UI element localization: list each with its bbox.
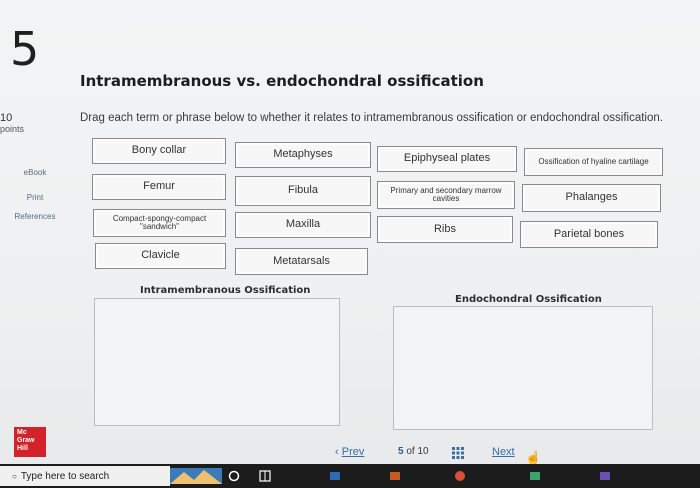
search-icon: ○	[12, 471, 17, 481]
print-link[interactable]: Print	[0, 193, 70, 202]
references-link[interactable]: References	[0, 212, 70, 221]
instructions: Drag each term or phrase below to whethe…	[80, 112, 663, 124]
term-metatarsals[interactable]: Metatarsals	[235, 248, 368, 275]
term-clavicle[interactable]: Clavicle	[95, 243, 226, 269]
term-parietal-bones[interactable]: Parietal bones	[520, 221, 658, 248]
next-button[interactable]: Next	[492, 446, 515, 458]
intramembranous-zone-label: Intramembranous Ossification	[140, 285, 311, 296]
chevron-left-icon: ‹	[335, 446, 339, 458]
endochondral-zone-label: Endochondral Ossification	[455, 294, 602, 305]
points-value: 10	[0, 112, 13, 124]
points-label: points	[0, 124, 25, 134]
prev-button[interactable]: ‹ Prev	[335, 446, 364, 458]
ebook-link[interactable]: eBook	[0, 168, 70, 177]
term-phalanges[interactable]: Phalanges	[522, 184, 661, 212]
term-marrow-cavities[interactable]: Primary and secondary marrow cavities	[377, 181, 515, 209]
term-ossification-hyaline-cartilage[interactable]: Ossification of hyaline cartilage	[524, 148, 663, 176]
task-manager-icon[interactable]	[258, 468, 272, 484]
taskbar-image-icon	[170, 468, 222, 484]
taskbar-search[interactable]: ○ Type here to search	[0, 466, 170, 486]
term-metaphyses[interactable]: Metaphyses	[235, 142, 371, 168]
term-epiphyseal-plates[interactable]: Epiphyseal plates	[377, 146, 517, 172]
question-title: Intramembranous vs. endochondral ossific…	[80, 72, 484, 90]
endochondral-dropzone[interactable]	[393, 306, 653, 430]
mcgraw-hill-logo: Mc Graw Hill	[14, 427, 46, 457]
question-grid-icon[interactable]	[452, 447, 464, 459]
term-compact-spongy-sandwich[interactable]: Compact-spongy-compact "sandwich"	[93, 209, 226, 237]
term-femur[interactable]: Femur	[92, 174, 226, 200]
page-indicator: 5 of 10	[398, 446, 429, 457]
question-number: 5	[10, 22, 40, 76]
term-bony-collar[interactable]: Bony collar	[92, 138, 226, 164]
term-maxilla[interactable]: Maxilla	[235, 212, 371, 238]
term-fibula[interactable]: Fibula	[235, 176, 371, 206]
task-view-icon[interactable]	[228, 468, 240, 484]
term-ribs[interactable]: Ribs	[377, 216, 513, 243]
intramembranous-dropzone[interactable]	[94, 298, 340, 426]
taskbar-apps[interactable]	[330, 468, 700, 484]
